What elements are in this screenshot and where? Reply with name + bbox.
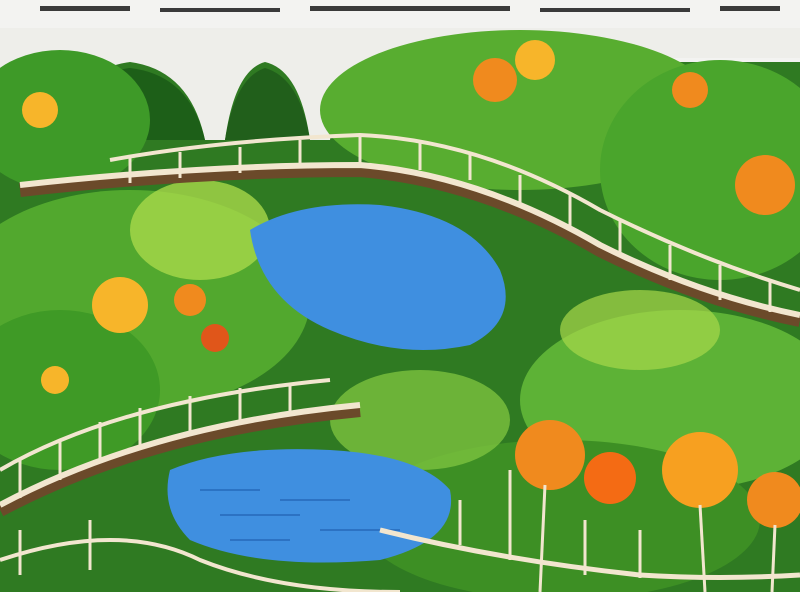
- landscape-scene: [0, 0, 800, 592]
